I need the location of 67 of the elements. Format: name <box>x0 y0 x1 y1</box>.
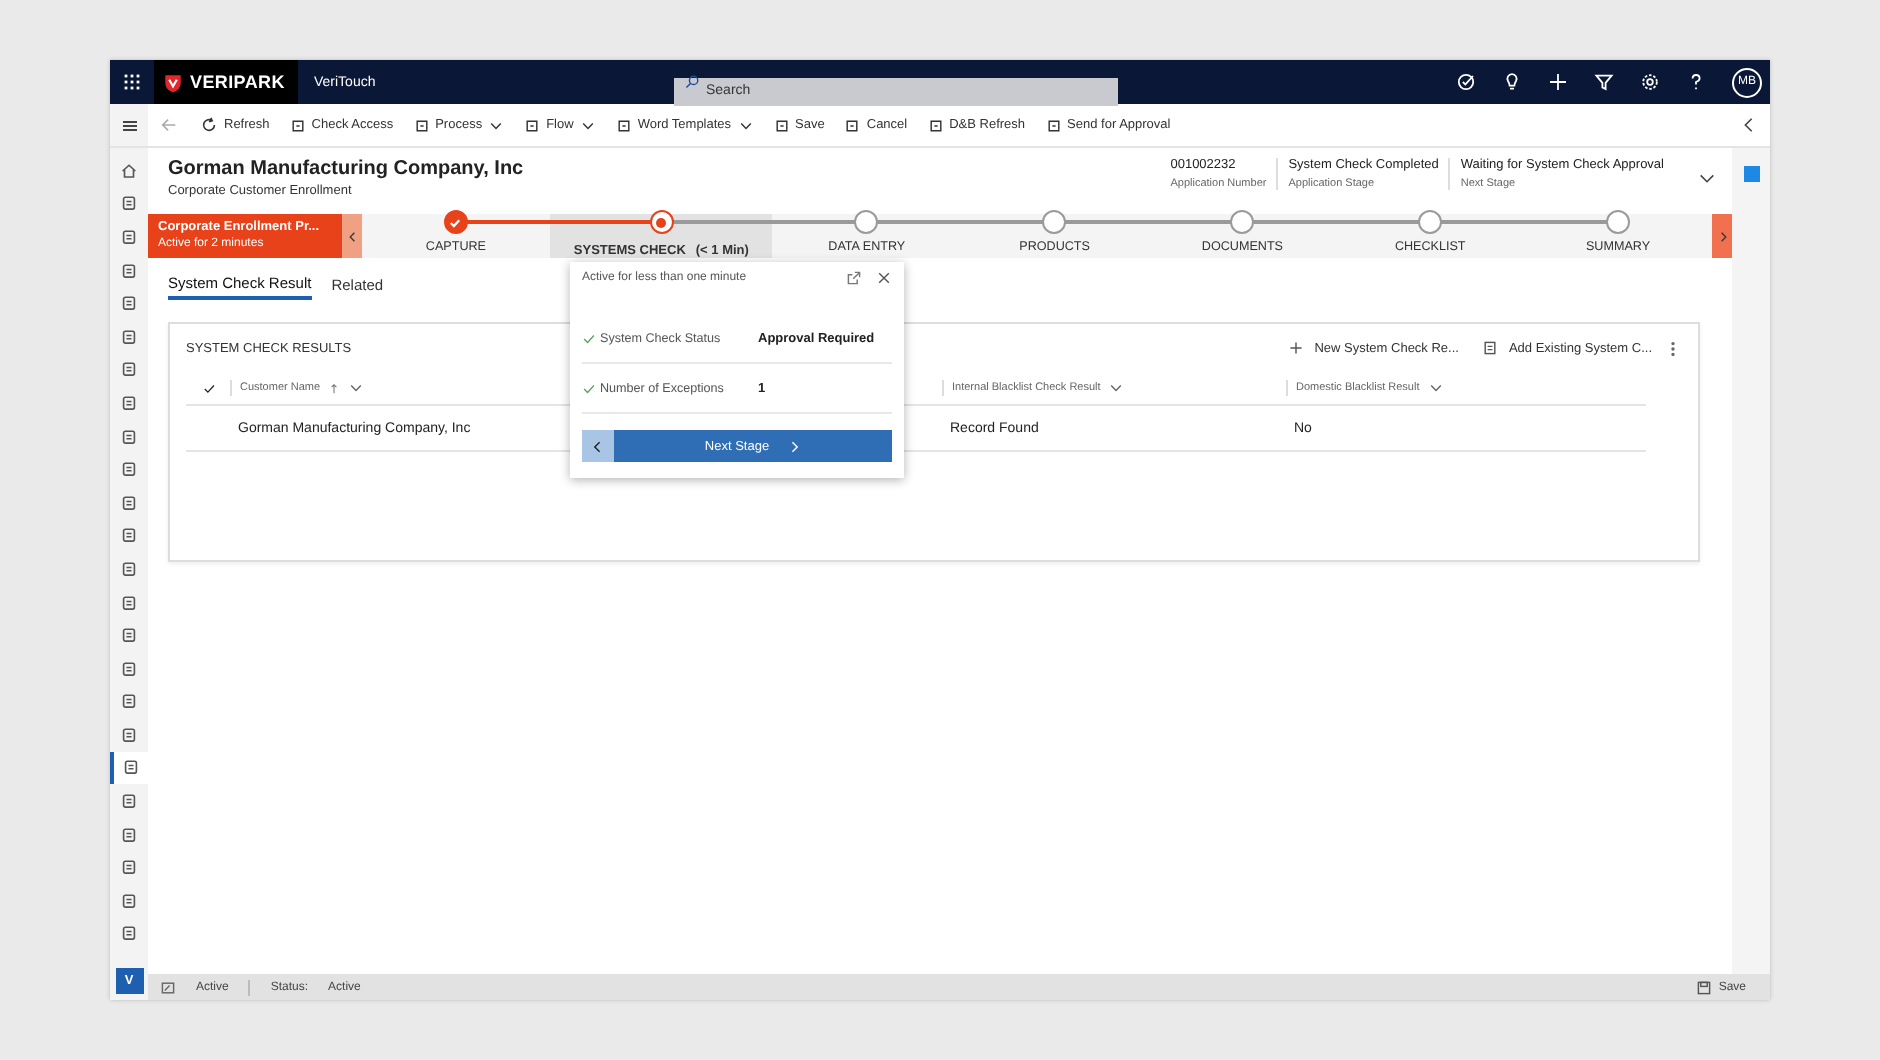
record-icon <box>120 393 138 412</box>
command-icon <box>773 117 790 133</box>
record-icon <box>122 758 140 777</box>
back-arrow-icon <box>160 116 178 134</box>
check-icon <box>448 215 463 229</box>
app-launcher-icon <box>122 72 142 92</box>
record-icon <box>120 526 138 545</box>
record-icon <box>120 692 138 711</box>
record-icon <box>120 924 138 943</box>
expand-icon <box>160 979 176 995</box>
record-icon <box>120 227 138 246</box>
command-icon <box>844 117 861 133</box>
plus-icon <box>1288 340 1305 356</box>
caret-icon <box>737 117 754 133</box>
record-icon <box>120 825 138 844</box>
chevron-left-icon <box>345 227 359 245</box>
command-icon <box>927 117 944 133</box>
record-icon <box>120 725 138 744</box>
help-icon <box>1686 72 1706 92</box>
command-icon <box>413 117 430 133</box>
record-icon <box>120 559 138 578</box>
record-icon <box>120 261 138 280</box>
command-icon <box>1045 117 1062 133</box>
command-icon <box>289 117 306 133</box>
collapse-chevron-icon <box>1740 116 1758 134</box>
refresh-icon <box>200 116 218 134</box>
select-all-check-icon <box>201 381 215 395</box>
record-icon <box>120 858 138 877</box>
chevron-left-icon <box>590 437 606 455</box>
record-icon <box>120 327 138 346</box>
menu-icon <box>119 115 139 135</box>
record-icon <box>120 659 138 678</box>
close-icon <box>876 270 892 286</box>
record-icon <box>120 792 138 811</box>
filter-icon <box>1594 72 1614 92</box>
record-icon <box>120 194 138 213</box>
caret-icon <box>1108 380 1125 396</box>
save-icon <box>1696 979 1713 995</box>
record-icon <box>120 360 138 379</box>
plus-icon <box>1548 72 1568 92</box>
lightbulb-icon <box>1502 72 1522 92</box>
record-icon <box>120 427 138 446</box>
chevron-right-icon <box>1715 227 1729 245</box>
caret-icon <box>579 117 596 133</box>
sidebar-item[interactable] <box>110 751 148 785</box>
record-icon <box>120 294 138 313</box>
home-icon <box>120 161 138 180</box>
command-icon <box>615 117 632 133</box>
caret-icon <box>1427 380 1444 396</box>
popout-icon <box>846 270 862 286</box>
task-check-icon <box>1456 72 1476 92</box>
command-icon <box>524 117 541 133</box>
side-panel-icon[interactable] <box>1743 166 1759 182</box>
record-icon <box>120 891 138 910</box>
sort-arrow-icon <box>328 381 341 395</box>
record-icon <box>120 493 138 512</box>
brand-name: VERIPARK <box>190 72 285 92</box>
record-icon <box>120 626 138 645</box>
settings-icon <box>1640 72 1660 92</box>
caret-icon <box>488 117 505 133</box>
caret-icon <box>348 380 365 396</box>
record-icon <box>120 460 138 479</box>
record-title: Gorman Manufacturing Company, Inc <box>168 158 524 180</box>
shield-logo-icon <box>162 71 184 93</box>
add-record-icon <box>1482 340 1499 356</box>
record-icon <box>120 593 138 612</box>
expand-chevron-icon <box>1698 170 1716 188</box>
